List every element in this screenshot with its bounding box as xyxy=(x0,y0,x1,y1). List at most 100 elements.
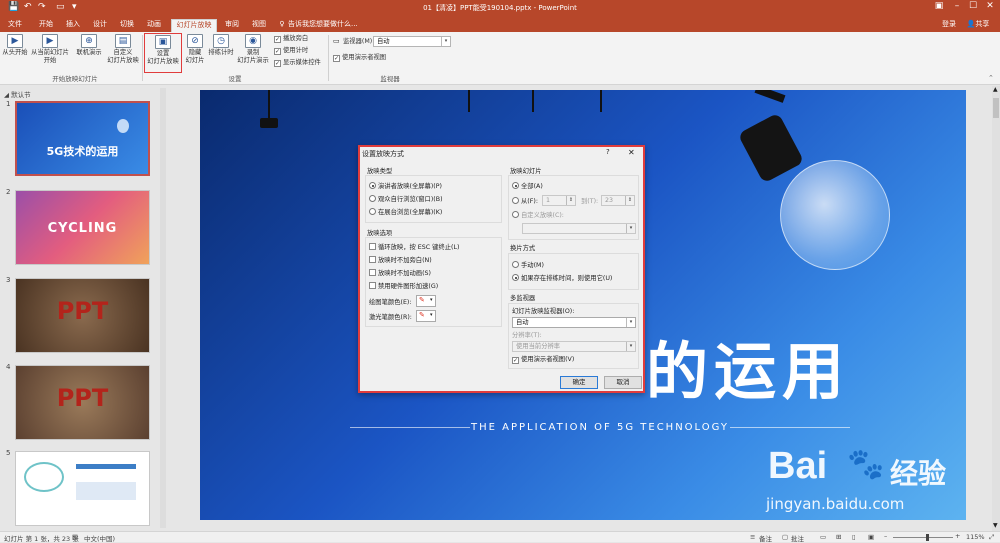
thumbnail-title: PPT xyxy=(56,384,109,412)
slide-thumbnail-4[interactable]: PPT xyxy=(15,365,150,440)
title-bar: 💾 ↶ ↷ ▭ ▾ 01【清凌】PPT能受190104.pptx - Power… xyxy=(0,0,1000,17)
use-timings-label: 如果存在排练时间，则使用它(U) xyxy=(521,275,613,282)
tab-view[interactable]: 视图 xyxy=(248,19,270,32)
scroll-up-icon[interactable]: ▲ xyxy=(993,86,998,93)
slide-number: 1 xyxy=(6,100,11,108)
rehearse-timings-button[interactable]: ◷ 排练计时 xyxy=(208,34,234,57)
thumbnail-scrollbar[interactable] xyxy=(160,88,166,528)
zoom-slider[interactable] xyxy=(893,537,953,538)
pen-icon: ✎ xyxy=(419,296,425,304)
record-show-button[interactable]: ◉ 录制 幻灯片演示 xyxy=(236,34,270,65)
disable-hw-accel-checkbox[interactable]: 禁用硬件图形加速(G) xyxy=(369,282,438,291)
tab-file[interactable]: 文件 xyxy=(5,19,25,32)
present-online-button[interactable]: ⊕ 联机演示 xyxy=(74,34,104,57)
setup-show-button[interactable]: ▣ 设置 幻灯片放映 xyxy=(144,33,182,73)
slide-sorter-icon[interactable]: ⊞ xyxy=(836,533,841,541)
from-beginning-button[interactable]: ▶ 从头开始 xyxy=(2,34,28,57)
tab-design[interactable]: 设计 xyxy=(89,19,111,32)
ribbon-display-icon[interactable]: ▣ xyxy=(930,1,948,11)
cord-line xyxy=(532,90,534,112)
dialog-title: 设置放映方式 xyxy=(362,150,404,158)
show-media-controls-checkbox[interactable]: ✓ 显示媒体控件 xyxy=(274,58,321,67)
from-current-label: 从当前幻灯片 开始 xyxy=(31,49,69,64)
from-current-button[interactable]: ▶ 从当前幻灯片 开始 xyxy=(30,34,70,65)
ribbon: ▶ 从头开始 ▶ 从当前幻灯片 开始 ⊕ 联机演示 ▤ 自定义 幻灯片放映 开始放映幻灯… xyxy=(0,32,1000,85)
slideshow-view-icon[interactable]: ▣ xyxy=(868,533,874,541)
dialog-presenter-view-checkbox[interactable]: ✓ 使用演示者视图(V) xyxy=(512,355,574,364)
play-narrations-checkbox[interactable]: ✓ 播放旁白 xyxy=(274,34,308,43)
tab-animations[interactable]: 动画 xyxy=(143,19,165,32)
share-button[interactable]: 👤共享 xyxy=(962,19,994,32)
custom-show-button[interactable]: ▤ 自定义 幻灯片放映 xyxy=(106,34,140,65)
tab-home[interactable]: 开始 xyxy=(35,19,57,32)
login-link[interactable]: 登录 xyxy=(940,19,958,32)
watermark-logo-text: Bai xyxy=(768,445,828,487)
cancel-button[interactable]: 取消 xyxy=(604,376,642,389)
tell-me-search[interactable]: 告诉我您想要做什么... xyxy=(288,19,358,32)
setup-show-label: 设置 幻灯片放映 xyxy=(147,50,179,65)
close-icon[interactable]: ✕ xyxy=(981,1,999,11)
presenter-view-label: 使用演示者视图 xyxy=(342,54,387,61)
zoom-in-icon[interactable]: + xyxy=(955,532,960,540)
zoom-out-icon[interactable]: – xyxy=(884,532,887,540)
collapse-ribbon-icon[interactable]: ⌃ xyxy=(988,74,994,82)
resolution-label: 分辨率(T): xyxy=(512,332,542,339)
window-radio[interactable]: 观众自行浏览(窗口)(B) xyxy=(369,195,443,204)
use-timings-checkbox[interactable]: ✓ 使用计时 xyxy=(274,46,308,55)
all-slides-radio[interactable]: 全部(A) xyxy=(512,182,543,191)
loop-checkbox[interactable]: 循环放映，按 ESC 键终止(L) xyxy=(369,243,459,252)
hide-slide-button[interactable]: ⊘ 隐藏 幻灯片 xyxy=(184,34,206,65)
scroll-thumb[interactable] xyxy=(993,98,999,118)
show-media-label: 显示媒体控件 xyxy=(283,59,321,66)
radio-selected-icon xyxy=(369,182,376,189)
custom-show-radio[interactable]: 自定义放映(C): xyxy=(512,211,564,220)
resolution-select[interactable]: 使用当前分辨率 ▾ xyxy=(512,341,636,352)
ok-button[interactable]: 确定 xyxy=(560,376,598,389)
presenter-view-checkbox[interactable]: ✓ 使用演示者视图 xyxy=(333,53,386,62)
monitor-select[interactable]: 自动 ▾ xyxy=(373,36,451,47)
scroll-down-icon[interactable]: ▼ xyxy=(993,522,998,529)
manual-radio[interactable]: 手动(M) xyxy=(512,261,544,270)
to-input[interactable]: 23 ⇕ xyxy=(601,195,635,206)
fit-to-window-icon[interactable]: ⤢ xyxy=(989,533,994,542)
present-online-label: 联机演示 xyxy=(76,49,102,56)
zoom-slider-thumb[interactable] xyxy=(926,534,929,541)
laser-color-picker[interactable]: ✎ ▾ xyxy=(416,310,436,322)
slide-thumbnail-5[interactable] xyxy=(15,451,150,526)
slide-thumbnail-3[interactable]: PPT xyxy=(15,278,150,353)
section-header[interactable]: ◢ 默认节 xyxy=(4,89,31,99)
pen-color-picker[interactable]: ✎ ▾ xyxy=(416,295,436,307)
thumbnail-bar xyxy=(76,464,136,469)
to-label: 到(T): xyxy=(581,198,599,205)
close-icon[interactable]: ✕ xyxy=(628,148,635,157)
no-animation-checkbox[interactable]: 放映时不加动画(S) xyxy=(369,269,431,278)
tab-review[interactable]: 审阅 xyxy=(221,19,243,32)
slide-thumbnail-1[interactable]: 5G技术的运用 xyxy=(15,101,150,176)
kiosk-radio[interactable]: 在展台浏览(全屏幕)(K) xyxy=(369,208,442,217)
spinner-icon: ⇕ xyxy=(566,196,575,205)
zoom-level[interactable]: 115% xyxy=(966,533,985,541)
custom-show-select[interactable]: ▾ xyxy=(522,223,636,234)
spell-check-icon[interactable]: ▤ xyxy=(72,533,78,541)
maximize-icon[interactable]: ☐ xyxy=(964,1,982,11)
record-icon: ◉ xyxy=(245,34,261,48)
tab-insert[interactable]: 插入 xyxy=(62,19,84,32)
slide-thumbnail-2[interactable]: CYCLING xyxy=(15,190,150,265)
main-scrollbar[interactable]: ▲ ▼ xyxy=(992,86,1000,531)
thumbnail-title: PPT xyxy=(56,297,109,325)
tab-transitions[interactable]: 切换 xyxy=(116,19,138,32)
from-input[interactable]: 1 ⇕ xyxy=(542,195,576,206)
reading-view-icon[interactable]: ▯ xyxy=(852,533,856,541)
no-narration-checkbox[interactable]: 放映时不加旁白(N) xyxy=(369,256,432,265)
show-monitor-select[interactable]: 自动 ▾ xyxy=(512,317,636,328)
checkbox-icon xyxy=(369,282,376,289)
tab-slide-show[interactable]: 幻灯片放映 xyxy=(171,19,217,32)
help-icon[interactable]: ? xyxy=(606,148,610,156)
checkbox-checked-icon: ✓ xyxy=(512,357,519,364)
manual-label: 手动(M) xyxy=(521,262,544,269)
notes-icon: ≡ xyxy=(750,533,756,541)
use-timings-radio[interactable]: 如果存在排练时间，则使用它(U) xyxy=(512,274,612,283)
from-radio[interactable]: 从(F): xyxy=(512,197,538,206)
presenter-radio[interactable]: 演讲者放映(全屏幕)(P) xyxy=(369,182,442,191)
normal-view-icon[interactable]: ▭ xyxy=(820,533,826,541)
